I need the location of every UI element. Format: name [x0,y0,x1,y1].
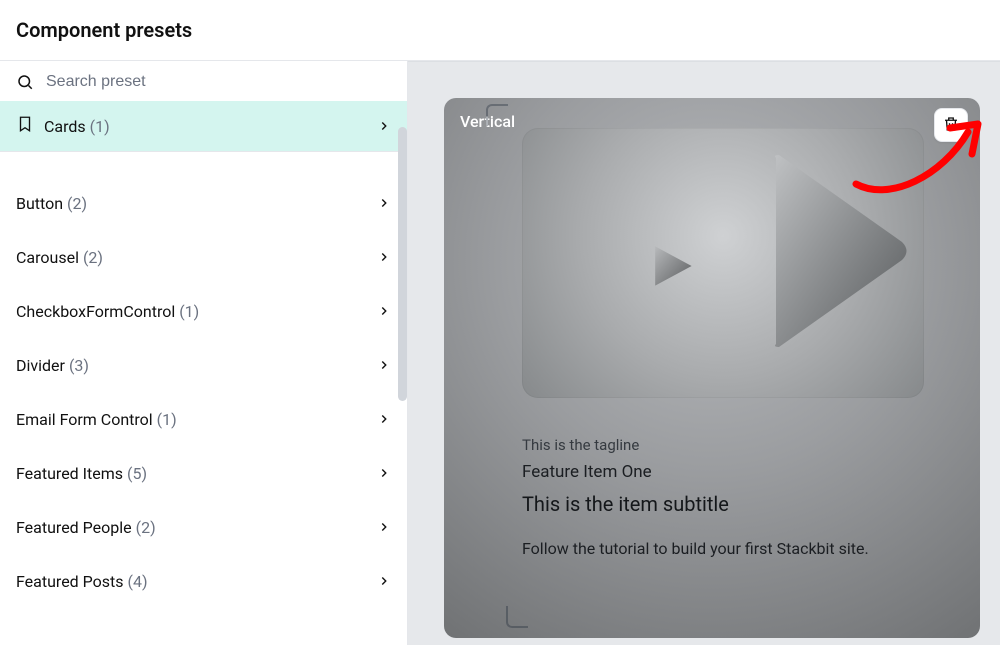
preset-list: Button (2) Carousel (2) CheckboxFormCont… [0,158,407,608]
chevron-right-icon [377,520,391,534]
sidebar-item-cards[interactable]: Cards (1) [0,101,407,151]
delete-button[interactable] [934,108,968,142]
count-badge: (3) [69,356,89,375]
count-badge: (1) [90,117,110,136]
count-badge: (1) [157,410,177,429]
play-icon [644,238,700,298]
sidebar-item-label: Featured Items (5) [16,464,147,483]
item-subtitle: This is the item subtitle [522,492,940,516]
chevron-right-icon [377,466,391,480]
chevron-right-icon [377,250,391,264]
page-title: Component presets [16,18,984,42]
sidebar-item-label: Cards (1) [44,117,110,136]
sidebar: Cards (1) Button (2) Carousel (2) [0,61,408,645]
chevron-right-icon [377,196,391,210]
sidebar-item-carousel[interactable]: Carousel (2) [0,230,407,284]
sidebar-item-label: Email Form Control (1) [16,410,177,429]
crop-corner-icon [486,104,508,126]
count-badge: (5) [127,464,147,483]
item-title: Feature Item One [522,462,940,482]
page-header: Component presets [0,0,1000,61]
sidebar-item-label: CheckboxFormControl (1) [16,302,199,321]
sidebar-item-button[interactable]: Button (2) [0,176,407,230]
bookmark-icon [16,115,34,137]
trash-icon [942,115,960,136]
preset-card[interactable]: Vertical This is [444,98,980,638]
search-row[interactable] [0,61,407,101]
count-badge: (2) [136,518,156,537]
sidebar-item-label: Featured People (2) [16,518,156,537]
count-badge: (2) [67,194,87,213]
sidebar-item-emailformcontrol[interactable]: Email Form Control (1) [0,392,407,446]
item-description: Follow the tutorial to build your first … [522,534,940,564]
crop-corner-icon [506,606,528,628]
sidebar-item-featureditems[interactable]: Featured Items (5) [0,446,407,500]
count-badge: (4) [128,572,148,591]
chevron-right-icon [377,304,391,318]
play-icon [764,146,914,360]
chevron-right-icon [377,358,391,372]
count-badge: (2) [83,248,103,267]
chevron-right-icon [377,119,391,133]
sidebar-item-divider[interactable]: Divider (3) [0,338,407,392]
preview-pane: Vertical This is [408,61,1000,645]
tagline: This is the tagline [522,436,940,454]
card-text-block: This is the tagline Feature Item One Thi… [522,436,940,564]
search-input[interactable] [46,73,391,91]
sidebar-item-label: Divider (3) [16,356,89,375]
divider [0,151,407,152]
search-icon [16,73,34,91]
sidebar-item-featuredpeople[interactable]: Featured People (2) [0,500,407,554]
scrollbar[interactable] [398,127,407,401]
sidebar-item-label: Button (2) [16,194,87,213]
sidebar-item-label: Carousel (2) [16,248,103,267]
sidebar-item-checkboxformcontrol[interactable]: CheckboxFormControl (1) [0,284,407,338]
count-badge: (1) [179,302,199,321]
sidebar-item-label: Featured Posts (4) [16,572,148,591]
chevron-right-icon [377,412,391,426]
chevron-right-icon [377,574,391,588]
sidebar-item-featuredposts[interactable]: Featured Posts (4) [0,554,407,608]
